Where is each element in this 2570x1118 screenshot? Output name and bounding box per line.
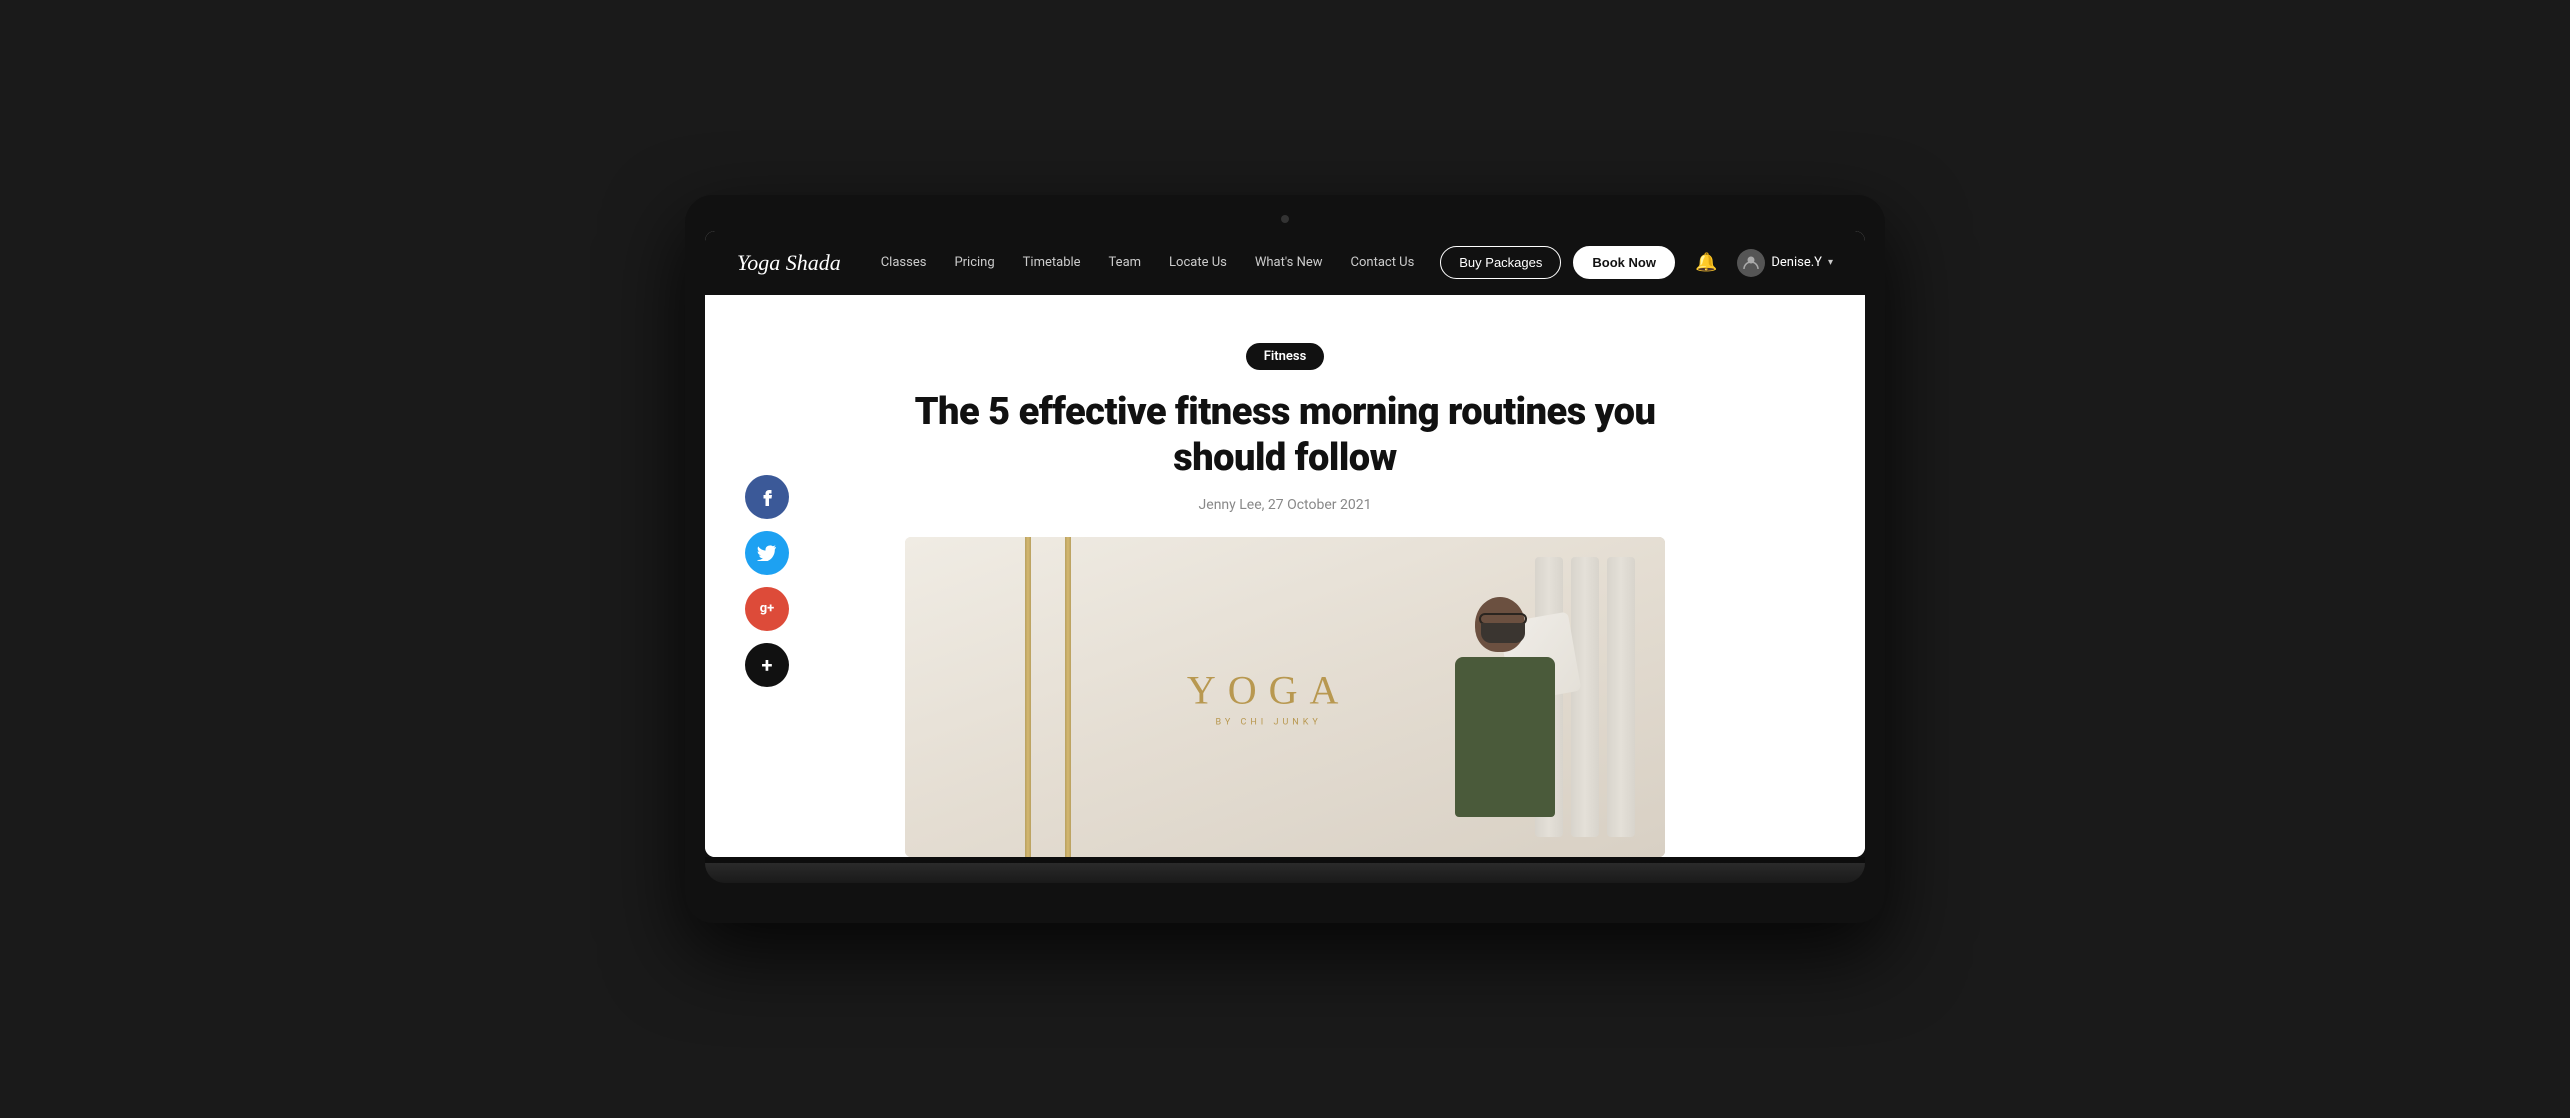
nav-link-timetable[interactable]: Timetable [1023,255,1081,270]
nav-link-whats-new[interactable]: What's New [1255,255,1323,270]
logo-text: Yoga Shada [737,250,841,275]
laptop-screen: Yoga Shada Classes Pricing Timetable Tea… [705,231,1865,857]
nav-actions: Buy Packages Book Now 🔔 Denise.Y ▾ [1440,246,1833,279]
logo[interactable]: Yoga Shada [737,250,841,276]
nav-links: Classes Pricing Timetable Team Locate Us… [881,255,1441,270]
nav-link-contact-us[interactable]: Contact Us [1351,255,1415,270]
content-area: g+ + Fitness The 5 effective fitness mor… [705,295,1865,857]
article-header: Fitness The 5 effective fitness morning … [885,295,1685,537]
person-figure [1385,577,1585,857]
nav-link-pricing[interactable]: Pricing [954,255,994,270]
avatar [1737,249,1765,277]
article-image-container: YOGA BY CHI JUNKY [885,537,1685,857]
yoga-sub-text: BY CHI JUNKY [1187,718,1351,728]
user-profile[interactable]: Denise.Y ▾ [1737,249,1833,277]
article-meta: Jenny Lee, 27 October 2021 [905,497,1665,513]
yoga-text-area: YOGA BY CHI JUNKY [1187,667,1351,728]
person-mask [1481,623,1525,643]
navbar: Yoga Shada Classes Pricing Timetable Tea… [705,231,1865,295]
twitter-share-button[interactable] [745,531,789,575]
book-now-button[interactable]: Book Now [1573,246,1675,279]
laptop-bottom [705,863,1865,883]
wall-panel-3 [1607,557,1635,837]
door-handle-left [1025,537,1031,857]
door-handle-right [1065,537,1071,857]
more-icon: + [762,655,773,675]
article-title: The 5 effective fitness morning routines… [905,390,1665,481]
more-share-button[interactable]: + [745,643,789,687]
laptop-frame: Yoga Shada Classes Pricing Timetable Tea… [685,195,1885,923]
fitness-badge[interactable]: Fitness [1246,343,1325,370]
google-plus-label: g+ [760,601,775,616]
yoga-main-text: YOGA [1187,667,1351,714]
camera-dot [1281,215,1289,223]
nav-link-locate-us[interactable]: Locate Us [1169,255,1227,270]
notification-icon[interactable]: 🔔 [1695,252,1717,273]
article-image: YOGA BY CHI JUNKY [905,537,1665,857]
buy-packages-button[interactable]: Buy Packages [1440,246,1561,279]
facebook-share-button[interactable] [745,475,789,519]
nav-link-classes[interactable]: Classes [881,255,927,270]
google-share-button[interactable]: g+ [745,587,789,631]
nav-link-team[interactable]: Team [1109,255,1142,270]
person-body [1455,657,1555,817]
user-name: Denise.Y [1771,255,1822,270]
social-sidebar: g+ + [745,475,789,687]
chevron-down-icon: ▾ [1828,257,1833,268]
